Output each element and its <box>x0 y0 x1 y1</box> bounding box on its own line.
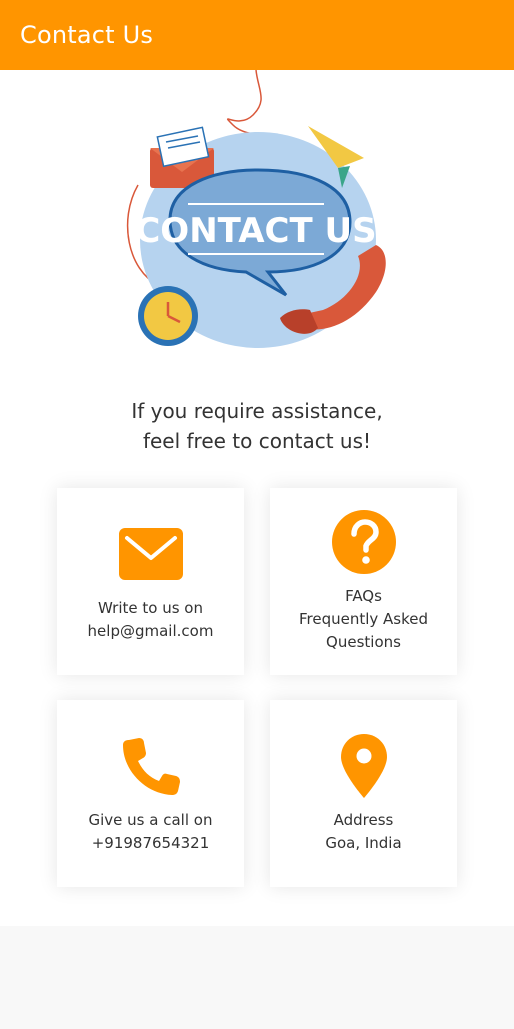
page-title: Contact Us <box>20 21 154 49</box>
faq-card[interactable]: FAQs Frequently Asked Questions <box>270 488 457 675</box>
contact-us-illustration: CONTACT US <box>126 70 386 348</box>
email-address: help@gmail.com <box>87 621 214 640</box>
address-card[interactable]: Address Goa, India <box>270 700 457 887</box>
phone-icon <box>121 733 181 799</box>
phone-contact-card[interactable]: Give us a call on +91987654321 <box>57 700 244 887</box>
email-card-label: Write to us on <box>98 598 203 617</box>
faq-card-line-3: Questions <box>326 633 401 651</box>
location-pin-icon <box>340 733 387 799</box>
address-value: Goa, India <box>325 833 402 852</box>
email-contact-card[interactable]: Write to us on help@gmail.com <box>57 488 244 675</box>
assistance-message-line-1: If you require assistance, <box>131 399 383 423</box>
phone-number: +91987654321 <box>91 833 210 852</box>
address-card-label: Address <box>333 810 394 829</box>
app-header: Contact Us <box>0 0 514 70</box>
envelope-icon <box>118 521 183 587</box>
contact-us-screen: Contact Us CONTACT US If you require ass… <box>0 0 514 1029</box>
faq-card-line-2: Frequently Asked <box>298 610 429 628</box>
question-icon <box>331 509 396 575</box>
assistance-message-line-2: feel free to contact us! <box>142 429 372 453</box>
assistance-message: If you require assistance, feel free to … <box>0 396 514 456</box>
faq-card-title: FAQs <box>345 587 382 605</box>
illustration-banner-text: CONTACT US <box>135 211 376 251</box>
main-content: CONTACT US If you require assistance, fe… <box>0 70 514 926</box>
clock-illustration-icon <box>138 286 198 346</box>
phone-card-label: Give us a call on <box>88 810 213 829</box>
